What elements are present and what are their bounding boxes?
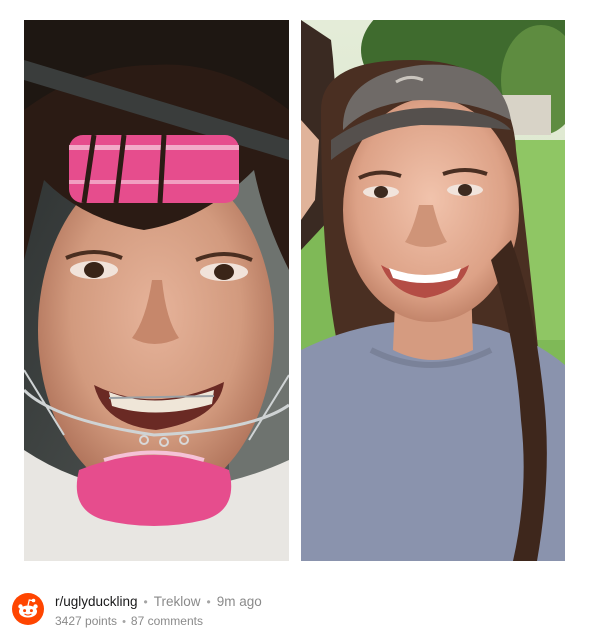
separator-dot: • — [143, 595, 148, 609]
separator-dot: • — [206, 595, 211, 609]
subreddit-link[interactable]: r/uglyduckling — [55, 594, 138, 609]
author-link[interactable]: Treklow — [154, 594, 201, 609]
photo-right[interactable] — [301, 20, 565, 561]
post-time: 9m ago — [216, 594, 262, 609]
comments-link[interactable]: 87 comments — [131, 614, 203, 628]
photo-right-image — [301, 20, 565, 561]
reddit-alien-icon[interactable] — [12, 593, 44, 625]
post-meta: r/uglyduckling • Treklow • 9m ago 3427 point… — [12, 591, 590, 631]
photo-left-image — [24, 20, 289, 561]
separator-dot: • — [122, 616, 126, 628]
post-meta-line1: r/uglyduckling • Treklow • 9m ago — [55, 593, 262, 611]
photo-left[interactable] — [24, 20, 289, 561]
post-meta-line2: 3427 points • 87 comments — [55, 613, 203, 630]
points-count: 3427 points — [55, 614, 118, 628]
